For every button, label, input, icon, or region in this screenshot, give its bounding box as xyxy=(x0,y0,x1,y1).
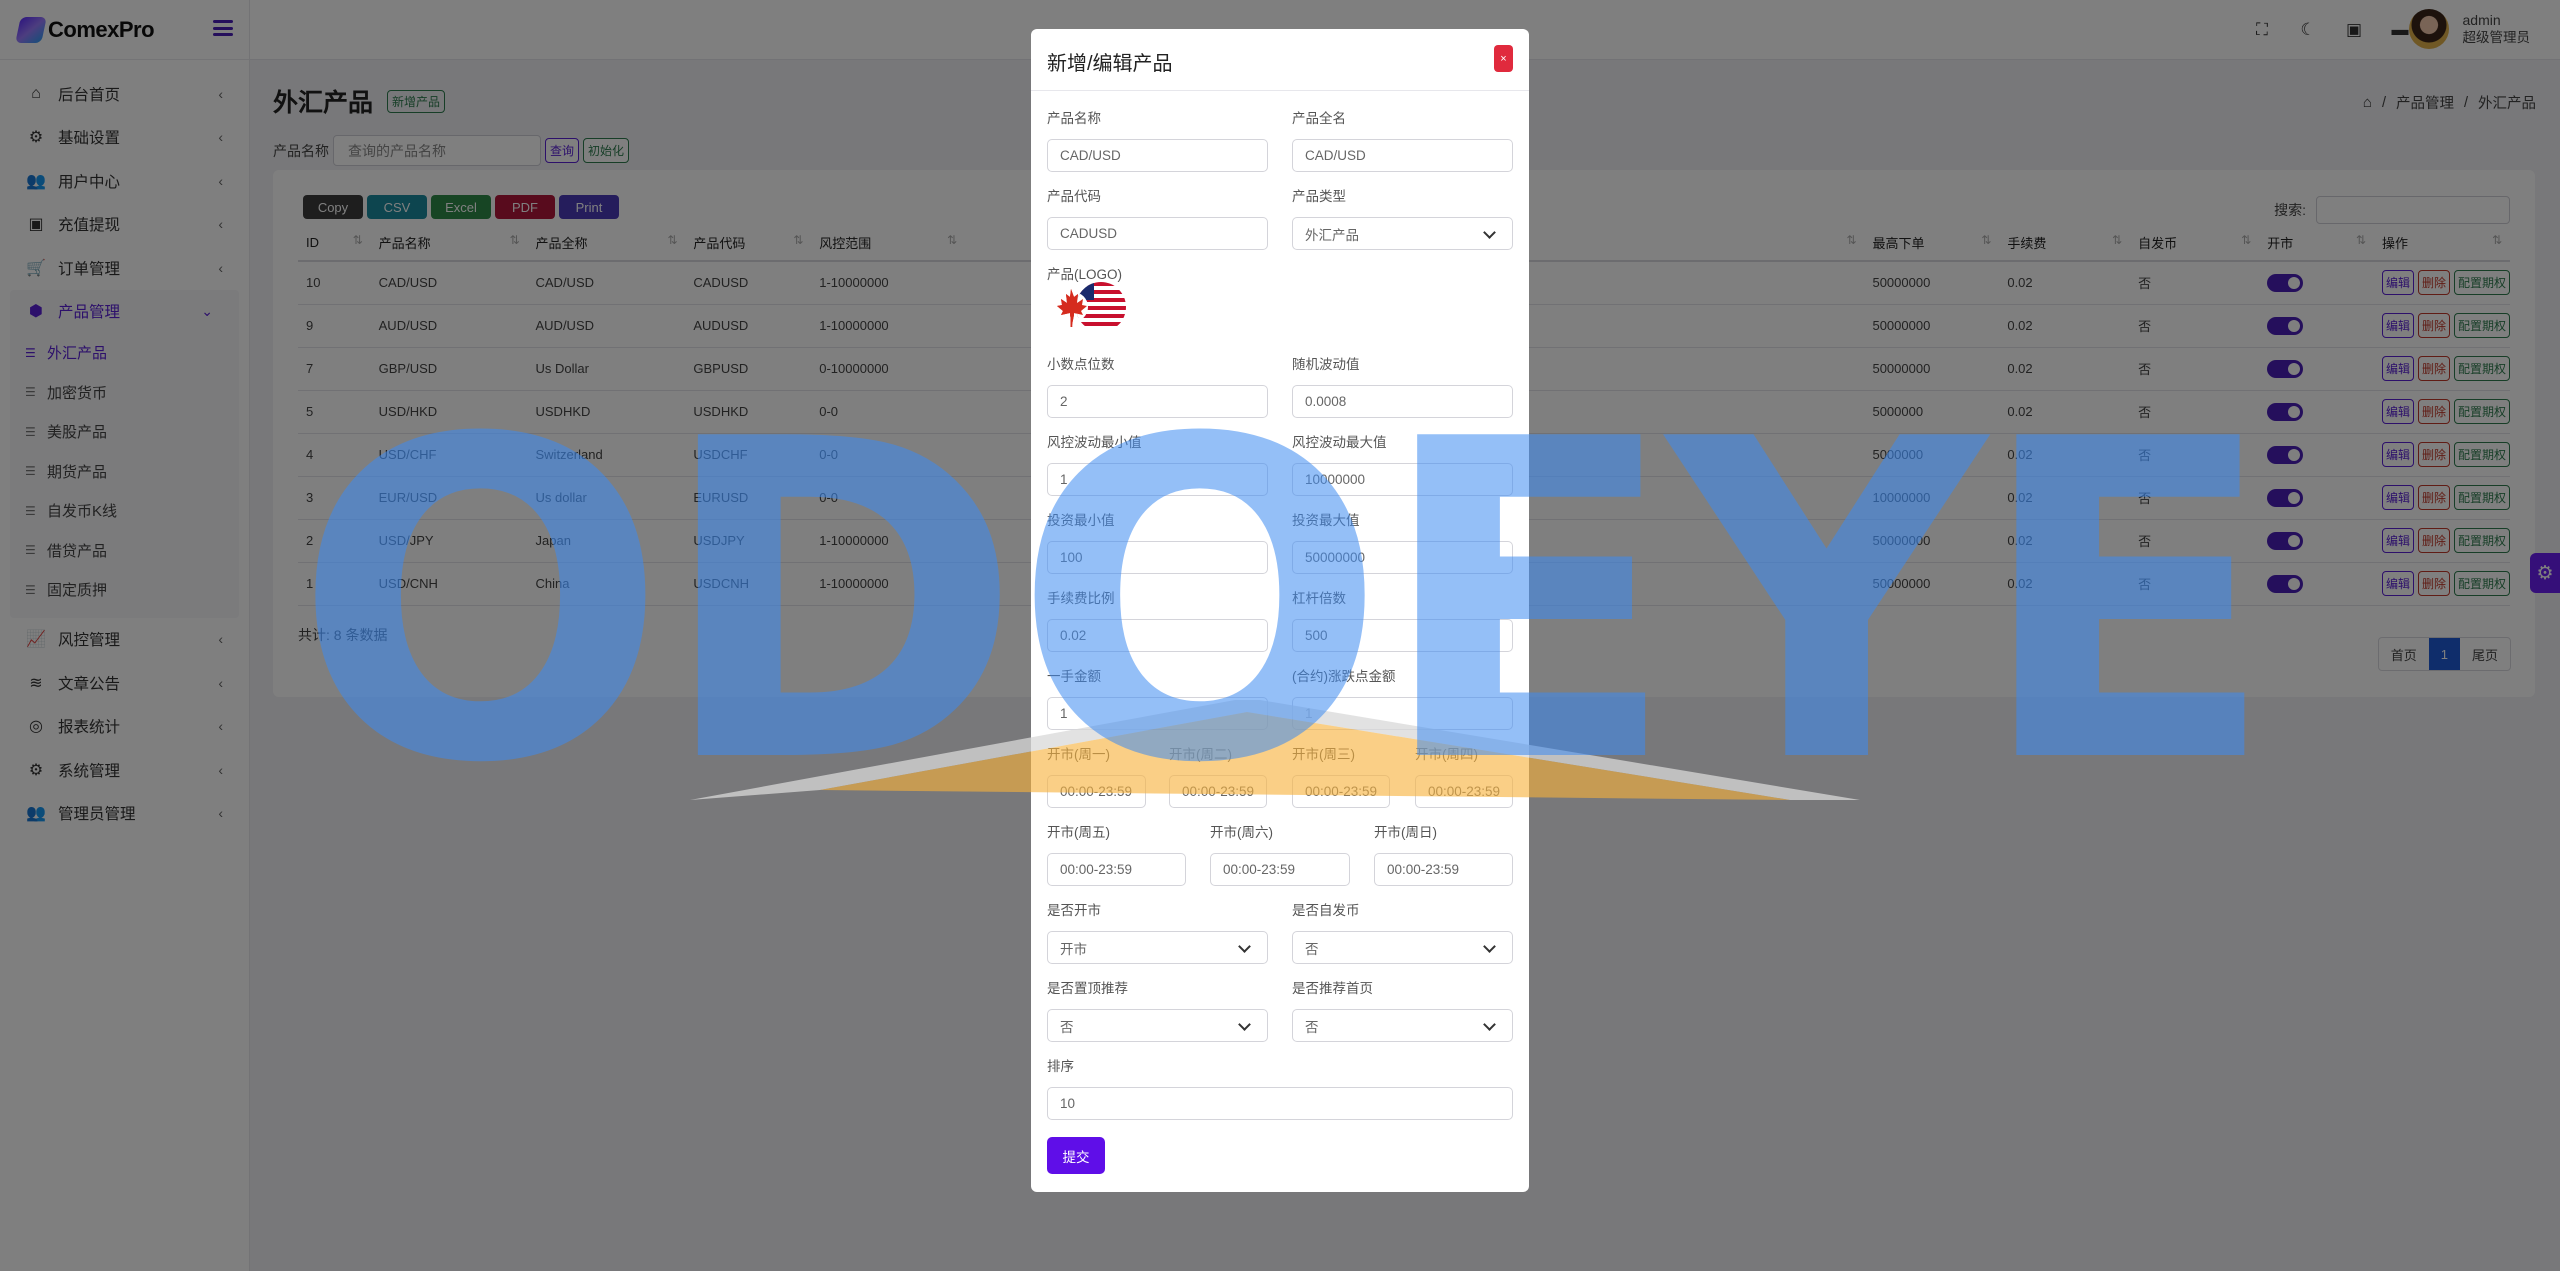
product-logo-image[interactable] xyxy=(1051,279,1129,334)
field-label: 一手金额 xyxy=(1047,669,1101,684)
field-label: 投资最小值 xyxy=(1047,513,1115,528)
field-label: 杠杆倍数 xyxy=(1292,591,1346,606)
random-fluct-field: 随机波动值 0.0008 xyxy=(1292,353,1513,418)
fee-ratio-input[interactable]: 0.02 xyxy=(1047,619,1268,652)
fee-ratio-field: 手续费比例 0.02 xyxy=(1047,587,1268,652)
sort-input[interactable]: 10 xyxy=(1047,1087,1513,1120)
open-sun-field: 开市(周日) 00:00-23:59 xyxy=(1374,821,1513,886)
invest-min-input[interactable]: 100 xyxy=(1047,541,1268,574)
product-code-field: 产品代码 CADUSD xyxy=(1047,185,1268,250)
open-fri-field: 开市(周五) 00:00-23:59 xyxy=(1047,821,1186,886)
leverage-field: 杠杆倍数 500 xyxy=(1292,587,1513,652)
field-label: 开市(周三) xyxy=(1292,747,1355,762)
product-type-field: 产品类型 外汇产品 xyxy=(1292,185,1513,250)
field-label: 是否推荐首页 xyxy=(1292,981,1373,996)
is-top-field: 是否置顶推荐否 xyxy=(1047,977,1268,1042)
modal-title: 新增/编辑产品 xyxy=(1047,53,1173,75)
field-label: 产品全名 xyxy=(1292,111,1346,126)
product-name-input[interactable]: CAD/USD xyxy=(1047,139,1268,172)
open-tue-field: 开市(周二) 00:00-23:59 xyxy=(1169,743,1267,808)
open-sat-field: 开市(周六) 00:00-23:59 xyxy=(1210,821,1350,886)
field-label: 产品代码 xyxy=(1047,189,1101,204)
field-label: 产品类型 xyxy=(1292,189,1346,204)
field-label: 风控波动最小值 xyxy=(1047,435,1142,450)
field-label: (合约)涨跌点金额 xyxy=(1292,669,1396,684)
is-open-select[interactable]: 开市 xyxy=(1047,931,1268,964)
product-fullname-input[interactable]: CAD/USD xyxy=(1292,139,1513,172)
decimals-field: 小数点位数 2 xyxy=(1047,353,1268,418)
is-top-select[interactable]: 否 xyxy=(1047,1009,1268,1042)
open-sat-input[interactable]: 00:00-23:59 xyxy=(1210,853,1350,886)
is-self-coin-field: 是否自发币否 xyxy=(1292,899,1513,964)
is-home-select[interactable]: 否 xyxy=(1292,1009,1513,1042)
field-label: 开市(周二) xyxy=(1169,747,1232,762)
lot-amount-field: 一手金额 1 xyxy=(1047,665,1268,730)
point-amount-input[interactable]: 1 xyxy=(1292,697,1513,730)
point-amount-field: (合约)涨跌点金额 1 xyxy=(1292,665,1513,730)
product-code-input[interactable]: CADUSD xyxy=(1047,217,1268,250)
field-label: 开市(周日) xyxy=(1374,825,1437,840)
field-label: 是否置顶推荐 xyxy=(1047,981,1128,996)
field-label: 产品名称 xyxy=(1047,111,1101,126)
leverage-input[interactable]: 500 xyxy=(1292,619,1513,652)
open-tue-input[interactable]: 00:00-23:59 xyxy=(1169,775,1267,808)
risk-min-field: 风控波动最小值 1 xyxy=(1047,431,1268,496)
field-label: 开市(周六) xyxy=(1210,825,1273,840)
decimals-input[interactable]: 2 xyxy=(1047,385,1268,418)
submit-button[interactable]: 提交 xyxy=(1047,1137,1105,1174)
is-home-field: 是否推荐首页否 xyxy=(1292,977,1513,1042)
open-thu-input[interactable]: 00:00-23:59 xyxy=(1415,775,1513,808)
field-label: 是否开市 xyxy=(1047,903,1101,918)
field-label: 风控波动最大值 xyxy=(1292,435,1387,450)
open-wed-field: 开市(周三) 00:00-23:59 xyxy=(1292,743,1390,808)
invest-max-input[interactable]: 50000000 xyxy=(1292,541,1513,574)
risk-max-field: 风控波动最大值 10000000 xyxy=(1292,431,1513,496)
field-label: 开市(周五) xyxy=(1047,825,1110,840)
field-label: 手续费比例 xyxy=(1047,591,1115,606)
risk-min-input[interactable]: 1 xyxy=(1047,463,1268,496)
field-label: 开市(周一) xyxy=(1047,747,1110,762)
field-label: 小数点位数 xyxy=(1047,357,1115,372)
is-self-coin-select[interactable]: 否 xyxy=(1292,931,1513,964)
sort-field: 排序 10 xyxy=(1047,1055,1513,1120)
open-mon-input[interactable]: 00:00-23:59 xyxy=(1047,775,1146,808)
open-mon-field: 开市(周一) 00:00-23:59 xyxy=(1047,743,1146,808)
open-wed-input[interactable]: 00:00-23:59 xyxy=(1292,775,1390,808)
is-open-field: 是否开市 开市 xyxy=(1047,899,1268,964)
lot-amount-input[interactable]: 1 xyxy=(1047,697,1268,730)
invest-min-field: 投资最小值 100 xyxy=(1047,509,1268,574)
edit-product-modal: 新增/编辑产品 × 产品名称 CAD/USD 产品全名 CAD/USD 产品代码 CA… xyxy=(1031,29,1529,1192)
risk-max-input[interactable]: 10000000 xyxy=(1292,463,1513,496)
random-fluct-input[interactable]: 0.0008 xyxy=(1292,385,1513,418)
field-label: 投资最大值 xyxy=(1292,513,1360,528)
invest-max-field: 投资最大值 50000000 xyxy=(1292,509,1513,574)
product-fullname-field: 产品全名 CAD/USD xyxy=(1292,107,1513,172)
product-name-field: 产品名称 CAD/USD xyxy=(1047,107,1268,172)
open-fri-input[interactable]: 00:00-23:59 xyxy=(1047,853,1186,886)
close-icon[interactable]: × xyxy=(1494,45,1513,72)
field-label: 是否自发币 xyxy=(1292,903,1360,918)
open-sun-input[interactable]: 00:00-23:59 xyxy=(1374,853,1513,886)
open-thu-field: 开市(周四) 00:00-23:59 xyxy=(1415,743,1513,808)
field-label: 随机波动值 xyxy=(1292,357,1360,372)
field-label: 排序 xyxy=(1047,1059,1074,1074)
field-label: 开市(周四) xyxy=(1415,747,1478,762)
product-type-select[interactable]: 外汇产品 xyxy=(1292,217,1513,250)
